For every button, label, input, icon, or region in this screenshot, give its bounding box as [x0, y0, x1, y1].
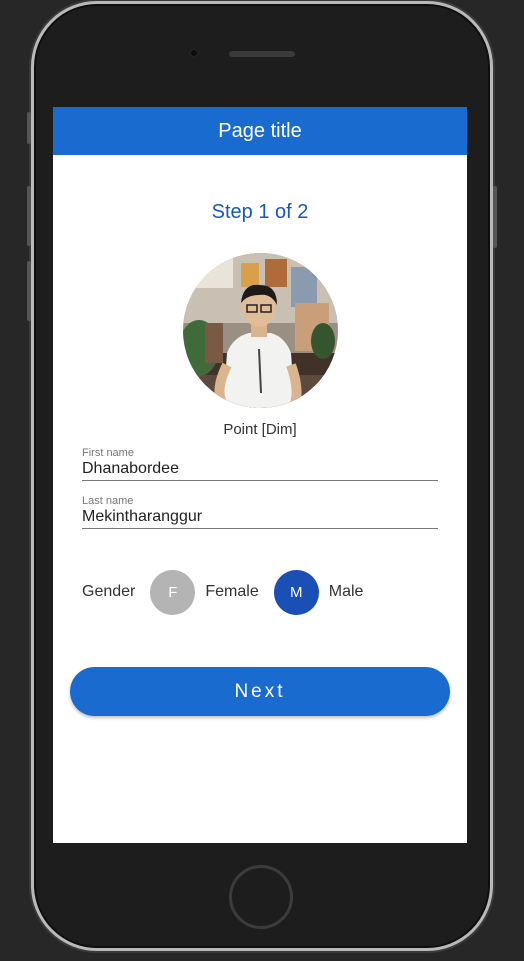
avatar: [183, 253, 338, 408]
earpiece-speaker: [229, 51, 295, 57]
front-camera: [189, 48, 199, 58]
page-title: Page title: [218, 119, 302, 142]
next-button-label: Next: [234, 680, 286, 702]
gender-label: Gender: [82, 583, 136, 600]
first-name-field[interactable]: First name Dhanabordee: [82, 447, 438, 481]
step-indicator: Step 1 of 2: [211, 201, 309, 223]
app-bar: Page title: [53, 107, 467, 155]
last-name-input[interactable]: Mekintharanggur: [82, 508, 438, 528]
power-button: [493, 186, 497, 248]
first-name-label: First name: [82, 447, 134, 459]
last-name-label: Last name: [82, 495, 134, 507]
last-name-field[interactable]: Last name Mekintharanggur: [82, 495, 438, 529]
profile-photo: [183, 253, 338, 408]
female-option-label[interactable]: Female: [205, 583, 258, 601]
male-initial: M: [289, 583, 303, 601]
female-initial: F: [168, 583, 178, 601]
male-option-label[interactable]: Male: [329, 583, 364, 601]
volume-up-button: [27, 186, 31, 246]
gender-selector: Gender F Female M Male: [82, 569, 378, 615]
app-screen: Page title Step 1 of 2 Point [Dim] First…: [53, 107, 467, 843]
next-button[interactable]: Next: [70, 667, 450, 716]
home-button[interactable]: [229, 865, 293, 929]
male-option-button[interactable]: M: [273, 569, 319, 615]
female-option-button[interactable]: F: [150, 569, 196, 615]
profile-name: Point [Dim]: [223, 421, 297, 438]
volume-down-button: [27, 261, 31, 321]
mute-switch: [27, 112, 31, 144]
first-name-input[interactable]: Dhanabordee: [82, 460, 438, 480]
